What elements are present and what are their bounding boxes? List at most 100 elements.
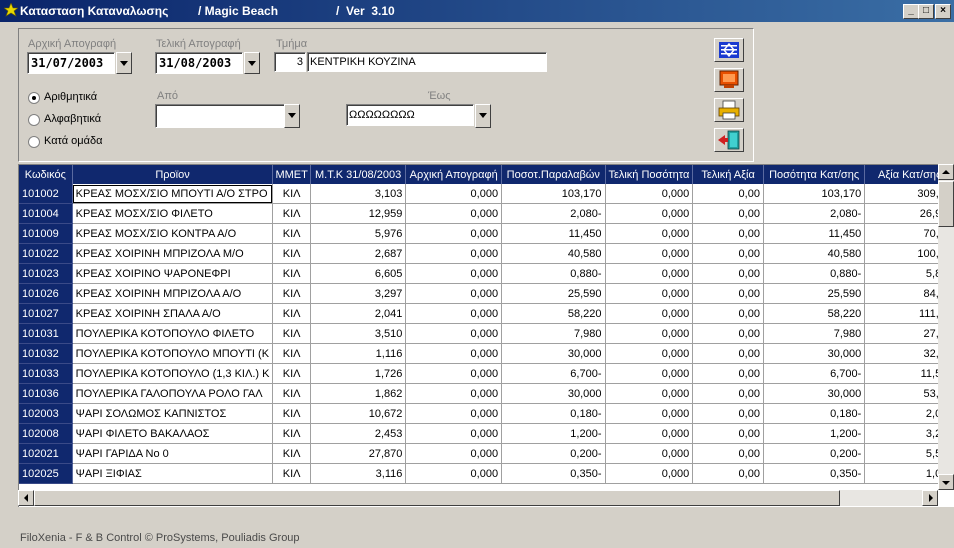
cell-start-inventory[interactable]: 0,000 — [405, 184, 503, 204]
cell-start-inventory[interactable]: 0,000 — [405, 363, 503, 384]
close-button[interactable]: × — [935, 4, 951, 19]
cell-final-qty[interactable]: 0,000 — [605, 443, 694, 464]
cell-received-qty[interactable]: 58,220 — [501, 303, 606, 324]
cell-received-qty[interactable]: 11,450 — [501, 223, 606, 244]
cell-start-inventory[interactable]: 0,000 — [405, 323, 503, 344]
cell-final-value[interactable]: 0,00 — [692, 303, 764, 324]
table-row[interactable]: 102003 ΨΑΡΙ ΣΟΛΩΜΟΣ ΚΑΠΝΙΣΤΟΣ ΚΙΛ 10,672 0,0… — [19, 403, 954, 424]
cell-unit[interactable]: ΚΙΛ — [272, 243, 311, 264]
cell-consumption-qty[interactable]: 0,350- — [763, 463, 866, 484]
screen-preview-button[interactable] — [714, 68, 744, 92]
maximize-button[interactable]: □ — [918, 4, 934, 19]
cell-product[interactable]: ΨΑΡΙ ΞΙΦΙΑΣ — [72, 463, 274, 484]
cell-start-inventory[interactable]: 0,000 — [405, 283, 503, 304]
cell-final-value[interactable]: 0,00 — [692, 463, 764, 484]
cell-code[interactable]: 101002 — [19, 184, 73, 204]
cell-final-value[interactable]: 0,00 — [692, 443, 764, 464]
cell-code[interactable]: 101023 — [19, 263, 73, 284]
cell-final-qty[interactable]: 0,000 — [605, 303, 694, 324]
cell-product[interactable]: ΨΑΡΙ ΓΑΡΙΔΑ Νο 0 — [72, 443, 274, 464]
cell-received-qty[interactable]: 0,880- — [501, 263, 606, 284]
cell-product[interactable]: ΠΟΥΛΕΡΙΚΑ ΓΑΛΟΠΟΥΛΑ ΡΟΛΟ ΓΑΛ — [72, 383, 274, 404]
cell-consumption-qty[interactable]: 30,000 — [763, 383, 866, 404]
cell-start-inventory[interactable]: 0,000 — [405, 263, 503, 284]
table-row[interactable]: 102025 ΨΑΡΙ ΞΙΦΙΑΣ ΚΙΛ 3,116 0,000 0,350- 0,00… — [19, 463, 954, 484]
cell-product[interactable]: ΠΟΥΛΕΡΙΚΑ ΚΟΤΟΠΟΥΛΟ ΦΙΛΕΤΟ — [72, 323, 274, 344]
cell-received-qty[interactable]: 7,980 — [501, 323, 606, 344]
cell-product[interactable]: ΠΟΥΛΕΡΙΚΑ ΚΟΤΟΠΟΥΛΟ (1,3 ΚΙΛ.) Κ — [72, 363, 274, 384]
cell-start-inventory[interactable]: 0,000 — [405, 403, 503, 424]
cell-product[interactable]: ΚΡΕΑΣ ΧΟΙΡΙΝΗ ΜΠΡΙΖΟΛΑ Μ/Ο — [72, 243, 274, 264]
cell-final-value[interactable]: 0,00 — [692, 423, 764, 444]
cell-consumption-qty[interactable]: 103,170 — [763, 184, 866, 204]
cell-final-value[interactable]: 0,00 — [692, 184, 764, 204]
cell-code[interactable]: 102008 — [19, 423, 73, 444]
cell-unit[interactable]: ΚΙΛ — [272, 223, 311, 244]
cell-received-qty[interactable]: 30,000 — [501, 343, 606, 364]
cell-final-value[interactable]: 0,00 — [692, 323, 764, 344]
cell-mtk[interactable]: 12,959 — [310, 203, 407, 224]
cell-consumption-qty[interactable]: 0,180- — [763, 403, 866, 424]
cell-received-qty[interactable]: 2,080- — [501, 203, 606, 224]
cell-final-qty[interactable]: 0,000 — [605, 463, 694, 484]
cell-code[interactable]: 101031 — [19, 323, 73, 344]
cell-product[interactable]: ΚΡΕΑΣ ΧΟΙΡΙΝΟ ΨΑΡΟΝΕΦΡΙ — [72, 263, 274, 284]
column-header[interactable]: Ποσοτ.Παραλαβών — [501, 165, 606, 184]
exit-button[interactable] — [714, 128, 744, 152]
table-row[interactable]: 101004 ΚΡΕΑΣ ΜΟΣΧ/ΣΙΟ ΦΙΛΕΤΟ ΚΙΛ 12,959 0,00… — [19, 203, 954, 224]
cell-start-inventory[interactable]: 0,000 — [405, 383, 503, 404]
cell-unit[interactable]: ΚΙΛ — [272, 383, 311, 404]
cell-consumption-qty[interactable]: 30,000 — [763, 343, 866, 364]
cell-unit[interactable]: ΚΙΛ — [272, 323, 311, 344]
cell-code[interactable]: 101026 — [19, 283, 73, 304]
cell-product[interactable]: ΨΑΡΙ ΣΟΛΩΜΟΣ ΚΑΠΝΙΣΤΟΣ — [72, 403, 274, 424]
cell-product[interactable]: ΚΡΕΑΣ ΜΟΣΧ/ΣΙΟ ΦΙΛΕΤΟ — [72, 203, 274, 224]
cell-final-qty[interactable]: 0,000 — [605, 283, 694, 304]
sort-alpha-radio[interactable]: Αλφαβητικά — [28, 113, 158, 127]
column-header[interactable]: Αρχική Απογραφή — [405, 165, 503, 184]
print-button[interactable] — [714, 98, 744, 122]
cell-code[interactable]: 101022 — [19, 243, 73, 264]
cell-received-qty[interactable]: 103,170 — [501, 184, 606, 204]
cell-final-value[interactable]: 0,00 — [692, 403, 764, 424]
cell-final-value[interactable]: 0,00 — [692, 383, 764, 404]
table-row[interactable]: 101033 ΠΟΥΛΕΡΙΚΑ ΚΟΤΟΠΟΥΛΟ (1,3 ΚΙΛ.) Κ ΚΙ… — [19, 363, 954, 384]
cell-code[interactable]: 102003 — [19, 403, 73, 424]
cell-code[interactable]: 102025 — [19, 463, 73, 484]
cell-unit[interactable]: ΚΙΛ — [272, 283, 311, 304]
column-header[interactable]: Μ.Τ.Κ 31/08/2003 — [310, 165, 407, 184]
table-row[interactable]: 101032 ΠΟΥΛΕΡΙΚΑ ΚΟΤΟΠΟΥΛΟ ΜΠΟΥΤΙ (Κ ΚΙΛ 1,… — [19, 343, 954, 364]
cell-consumption-qty[interactable]: 6,700- — [763, 363, 866, 384]
column-header[interactable]: Κωδικός — [19, 165, 73, 184]
cell-final-qty[interactable]: 0,000 — [605, 184, 694, 204]
vertical-scrollbar[interactable] — [938, 164, 954, 490]
consumption-grid[interactable]: Κωδικός Προϊον ΜΜΕΤ Μ.Τ.Κ 31/08/2003 Αρχική … — [18, 164, 954, 507]
cell-final-value[interactable]: 0,00 — [692, 203, 764, 224]
cell-mtk[interactable]: 2,453 — [310, 423, 407, 444]
end-date-dropdown[interactable] — [244, 52, 260, 74]
column-header[interactable]: Τελική Ποσότητα — [605, 165, 694, 184]
scroll-down-button[interactable] — [938, 474, 954, 490]
cell-consumption-qty[interactable]: 58,220 — [763, 303, 866, 324]
cell-unit[interactable]: ΚΙΛ — [272, 184, 311, 204]
cell-mtk[interactable]: 10,672 — [310, 403, 407, 424]
cell-product[interactable]: ΠΟΥΛΕΡΙΚΑ ΚΟΤΟΠΟΥΛΟ ΜΠΟΥΤΙ (Κ — [72, 343, 274, 364]
table-row[interactable]: 101023 ΚΡΕΑΣ ΧΟΙΡΙΝΟ ΨΑΡΟΝΕΦΡΙ ΚΙΛ 6,605 0,0… — [19, 263, 954, 284]
cell-start-inventory[interactable]: 0,000 — [405, 463, 503, 484]
cell-consumption-qty[interactable]: 2,080- — [763, 203, 866, 224]
end-date-field[interactable]: 31/08/2003 — [155, 52, 243, 74]
from-dropdown[interactable] — [284, 104, 300, 128]
cell-mtk[interactable]: 1,726 — [310, 363, 407, 384]
cell-consumption-qty[interactable]: 11,450 — [763, 223, 866, 244]
table-row[interactable]: 101009 ΚΡΕΑΣ ΜΟΣΧ/ΣΙΟ ΚΟΝΤΡΑ Α/Ο ΚΙΛ 5,976 0… — [19, 223, 954, 244]
vertical-scroll-thumb[interactable] — [938, 181, 954, 227]
cell-final-value[interactable]: 0,00 — [692, 283, 764, 304]
column-header[interactable]: ΜΜΕΤ — [272, 165, 311, 184]
calculate-button[interactable] — [714, 38, 744, 62]
cell-product[interactable]: ΚΡΕΑΣ ΧΟΙΡΙΝΗ ΣΠΑΛΑ Α/Ο — [72, 303, 274, 324]
cell-code[interactable]: 101032 — [19, 343, 73, 364]
scroll-up-button[interactable] — [938, 164, 954, 180]
cell-unit[interactable]: ΚΙΛ — [272, 303, 311, 324]
cell-final-qty[interactable]: 0,000 — [605, 343, 694, 364]
cell-received-qty[interactable]: 40,580 — [501, 243, 606, 264]
